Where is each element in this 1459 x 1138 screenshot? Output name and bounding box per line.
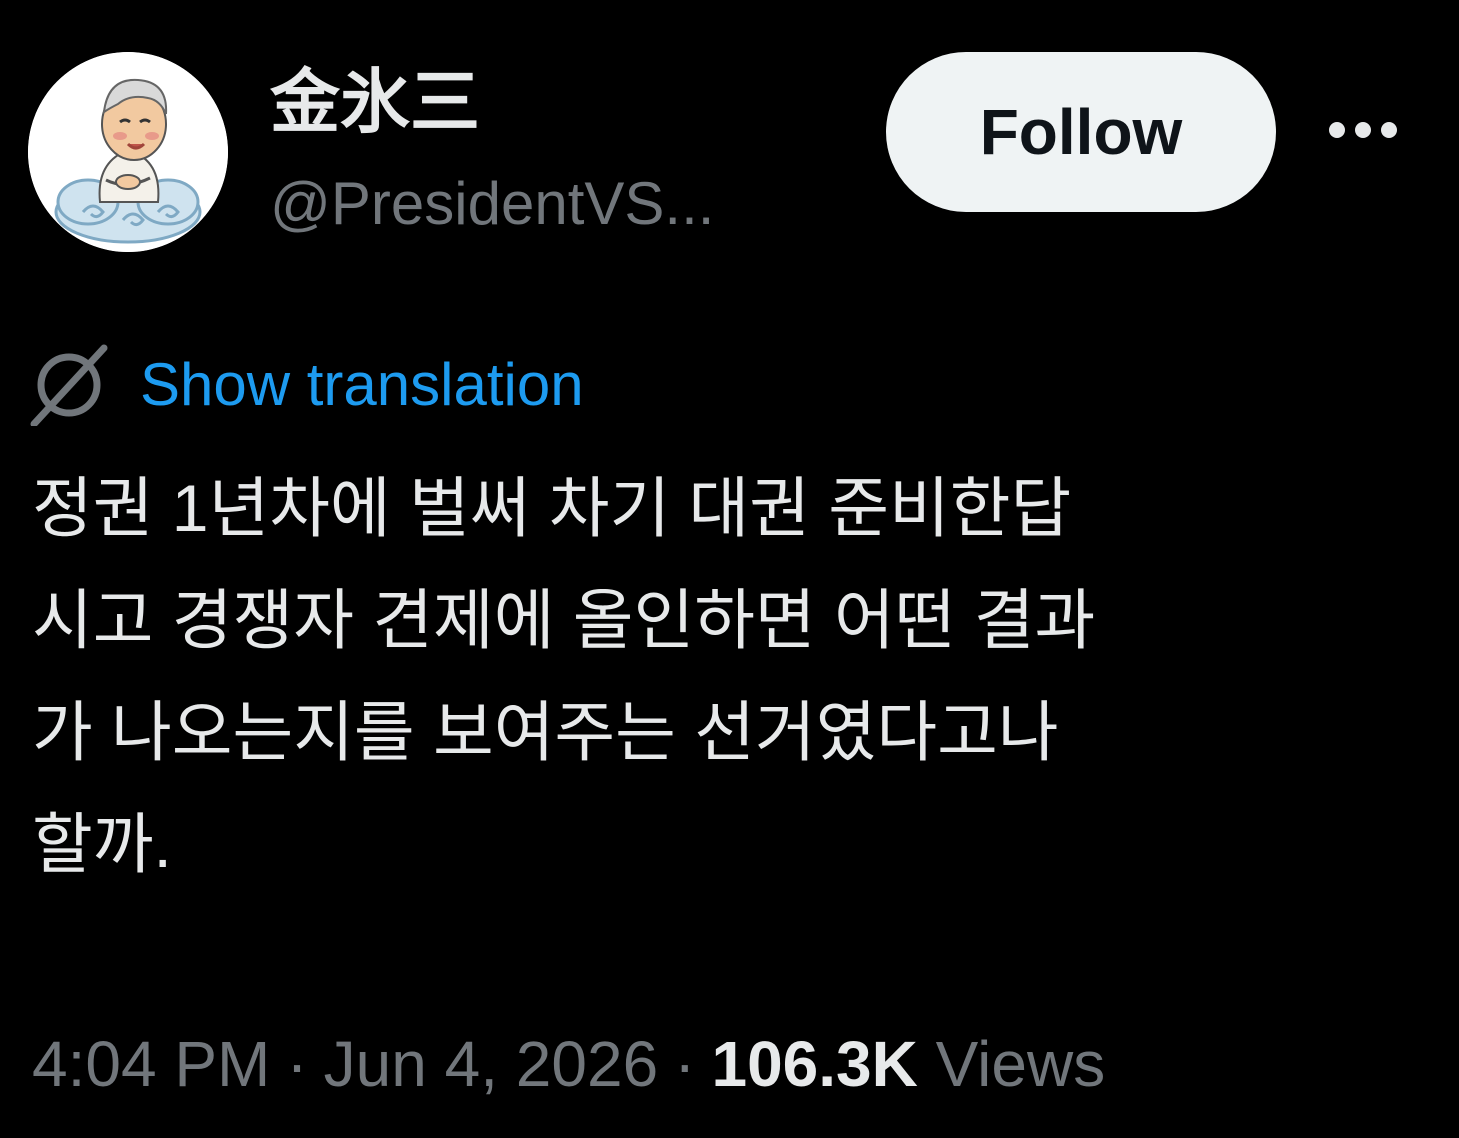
meta-separator: · bbox=[286, 1028, 308, 1100]
follow-button[interactable]: Follow bbox=[886, 52, 1276, 212]
views-count: 106.3K bbox=[711, 1028, 918, 1100]
tweet-meta: 4:04 PM · Jun 4, 2026 · 106.3K Views bbox=[32, 1022, 1105, 1106]
show-translation-link[interactable]: Show translation bbox=[28, 340, 584, 430]
more-options-button[interactable] bbox=[1318, 100, 1408, 160]
ellipsis-icon bbox=[1329, 122, 1397, 138]
tweet-date[interactable]: Jun 4, 2026 bbox=[324, 1028, 659, 1100]
avatar[interactable] bbox=[28, 52, 228, 252]
views-label: Views bbox=[935, 1028, 1106, 1100]
avatar-cartoon-image bbox=[28, 52, 228, 252]
tweet-time[interactable]: 4:04 PM bbox=[32, 1028, 270, 1100]
tweet-text-line: 가 나오는지를 보여주는 선거였다고나 bbox=[32, 695, 1059, 769]
user-handle[interactable]: @PresidentVS... bbox=[270, 166, 714, 242]
tweet-text-line: 시고 경쟁자 견제에 올인하면 어떤 결과 bbox=[32, 583, 1096, 657]
show-translation-label: Show translation bbox=[140, 351, 584, 418]
tweet-text: 정권 1년차에 벌써 차기 대권 준비한답 시고 경쟁자 견제에 올인하면 어떤… bbox=[32, 452, 1412, 900]
display-name[interactable]: 金氷三 bbox=[270, 62, 480, 142]
tweet-text-line: 할까. bbox=[32, 807, 172, 881]
tweet-text-line: 정권 1년차에 벌써 차기 대권 준비한답 bbox=[32, 471, 1072, 545]
meta-separator: · bbox=[674, 1028, 696, 1100]
globe-icon bbox=[30, 344, 108, 426]
